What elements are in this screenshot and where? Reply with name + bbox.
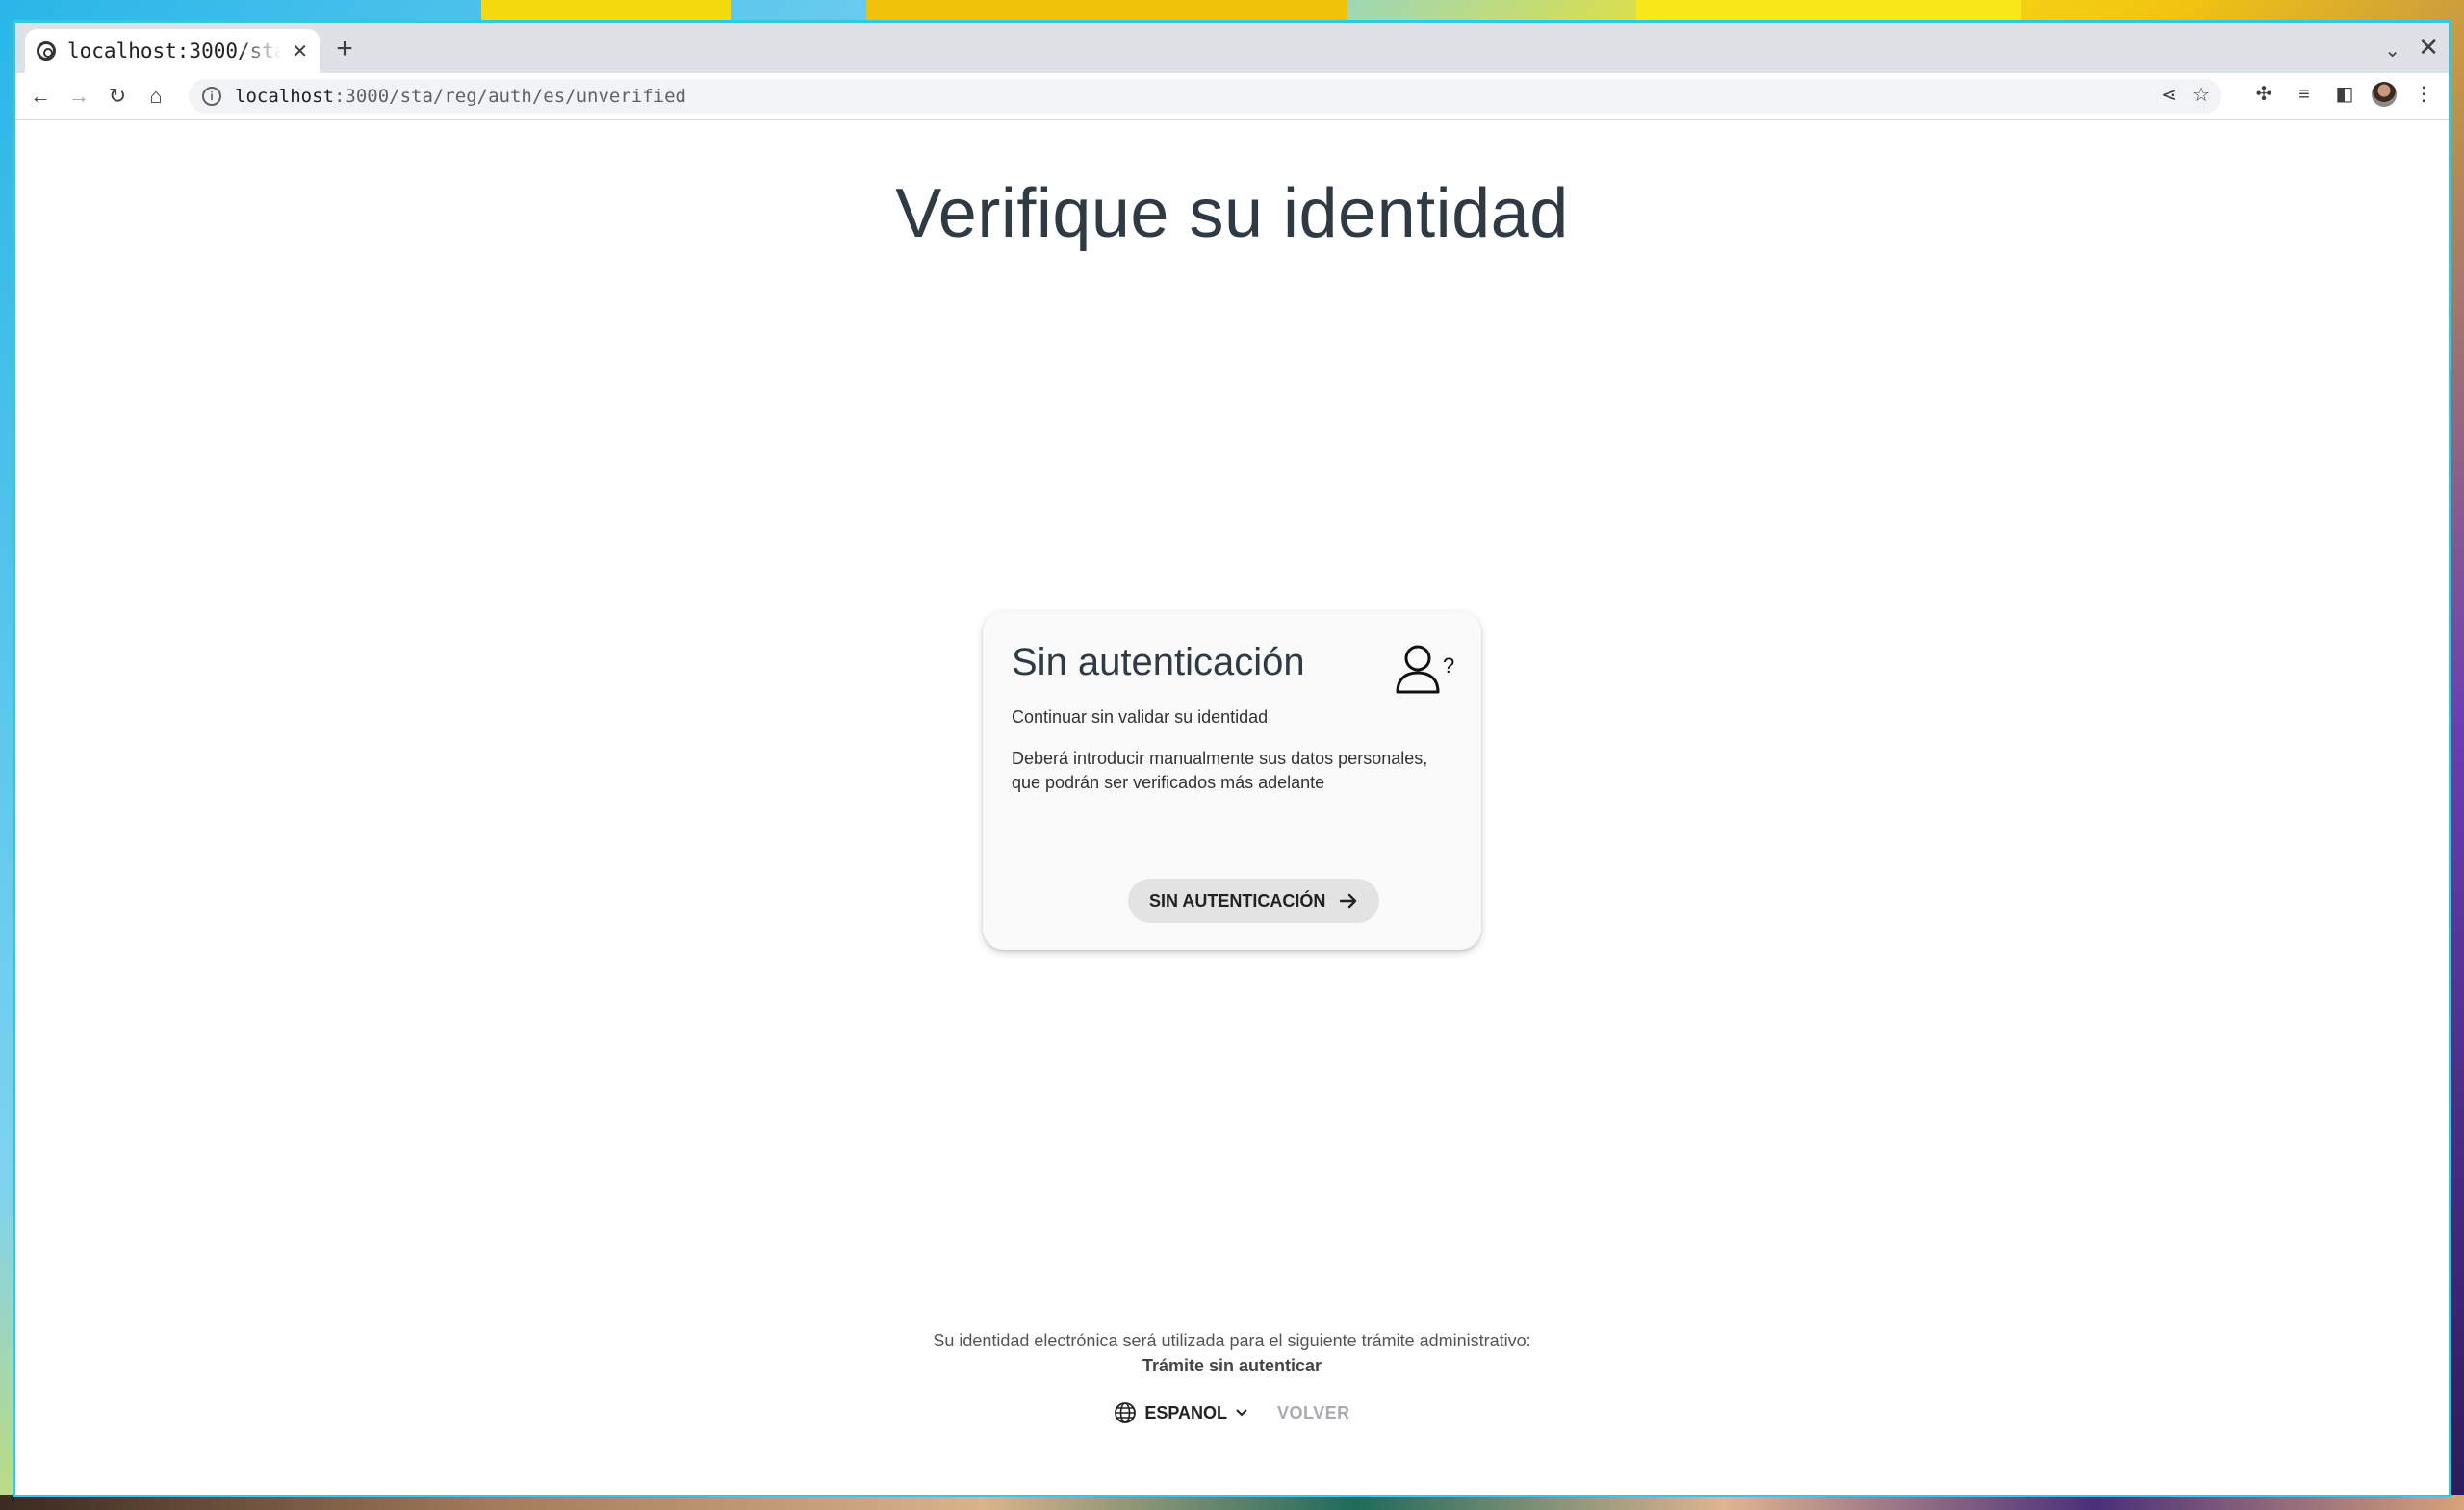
browser-menu-icon[interactable]: ⋮ bbox=[2410, 81, 2437, 108]
home-icon[interactable]: ⌂ bbox=[141, 81, 171, 112]
window-close-icon[interactable]: ✕ bbox=[2418, 33, 2439, 63]
side-panel-icon[interactable]: ◧ bbox=[2331, 81, 2358, 108]
wallpaper-decoration bbox=[0, 1495, 2464, 1510]
chevron-down-icon bbox=[1236, 1409, 1247, 1417]
svg-text:?: ? bbox=[1443, 653, 1454, 678]
no-auth-button[interactable]: SIN AUTENTICACIÓN bbox=[1128, 879, 1380, 923]
page-title: Verifique su identidad bbox=[895, 175, 1569, 252]
new-tab-button[interactable]: + bbox=[329, 35, 360, 65]
wallpaper-decoration bbox=[866, 0, 1348, 25]
card-title: Sin autenticación bbox=[1012, 641, 1305, 683]
browser-tab[interactable]: localhost:3000/sta/reg/auth/es/unverifie… bbox=[25, 29, 320, 73]
back-arrow-icon[interactable]: ← bbox=[25, 81, 56, 112]
globe-icon bbox=[1115, 1402, 1137, 1423]
extensions-puzzle-icon[interactable]: ✣ bbox=[2250, 81, 2277, 108]
back-button[interactable]: VOLVER bbox=[1277, 1403, 1350, 1423]
no-auth-card: Sin autenticación ? Continuar sin valida… bbox=[983, 611, 1481, 950]
browser-window: localhost:3000/sta/reg/auth/es/unverifie… bbox=[15, 23, 2449, 1495]
tab-title: localhost:3000/sta/reg/auth/es/unverifie… bbox=[67, 39, 281, 63]
profile-avatar[interactable] bbox=[2372, 82, 2397, 107]
close-tab-icon[interactable]: ✕ bbox=[292, 39, 308, 64]
procedure-name: Trámite sin autenticar bbox=[1142, 1356, 1322, 1375]
user-question-icon: ? bbox=[1396, 645, 1454, 694]
no-auth-button-label: SIN AUTENTICACIÓN bbox=[1149, 890, 1326, 910]
browser-toolbar: ← → ↻ ⌂ i localhost:3000/sta/reg/auth/es… bbox=[15, 73, 2449, 120]
wallpaper-decoration bbox=[481, 0, 732, 25]
identity-usage-text: Su identidad electrónica será utilizada … bbox=[933, 1331, 1531, 1350]
page-content: Verifique su identidad Sin autenticación… bbox=[15, 120, 2449, 1495]
address-bar[interactable]: i localhost:3000/sta/reg/auth/es/unverif… bbox=[189, 79, 2221, 114]
reading-list-icon[interactable]: ≡ bbox=[2291, 81, 2318, 108]
footer-actions: ESPANOL VOLVER bbox=[15, 1401, 2449, 1424]
card-subtitle: Continuar sin validar su identidad bbox=[1012, 707, 1269, 727]
forward-arrow-icon[interactable]: → bbox=[64, 81, 94, 112]
reload-icon[interactable]: ↻ bbox=[102, 81, 133, 112]
language-selector[interactable]: ESPANOL bbox=[1114, 1401, 1248, 1424]
tab-search-chevron-icon[interactable]: ⌄ bbox=[2384, 38, 2400, 63]
bookmark-star-icon[interactable]: ☆ bbox=[2193, 83, 2210, 107]
share-icon[interactable]: ⋖ bbox=[2161, 83, 2177, 107]
wallpaper-decoration bbox=[1636, 0, 2021, 25]
tab-strip: localhost:3000/sta/reg/auth/es/unverifie… bbox=[15, 23, 2449, 73]
favicon-icon bbox=[37, 41, 56, 61]
language-label: ESPANOL bbox=[1144, 1402, 1227, 1422]
arrow-right-icon bbox=[1340, 893, 1357, 909]
url-text: localhost:3000/sta/reg/auth/es/unverifie… bbox=[235, 86, 686, 107]
card-description: Deberá introducir manualmente sus datos … bbox=[1012, 749, 1428, 792]
site-info-icon[interactable]: i bbox=[202, 87, 221, 106]
footer-note: Su identidad electrónica será utilizada … bbox=[15, 1328, 2449, 1378]
